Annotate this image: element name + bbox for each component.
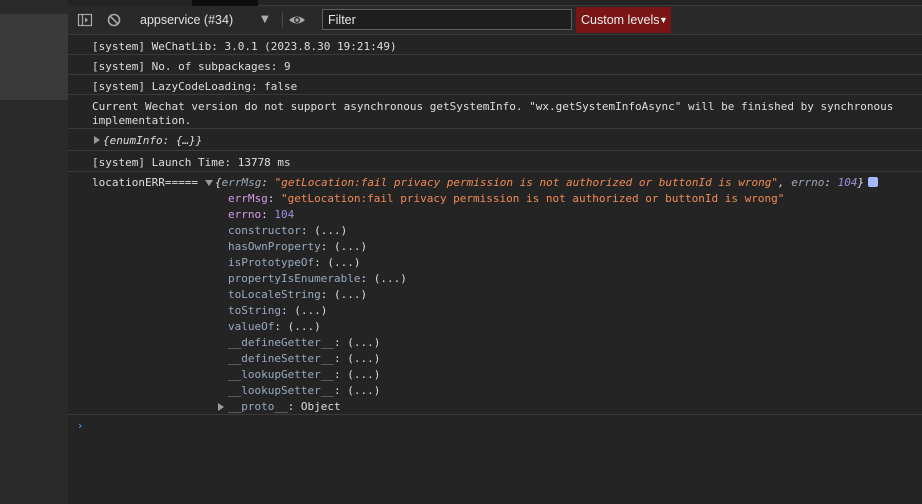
object-property[interactable]: toLocaleString: (...) <box>228 288 367 302</box>
object-property[interactable]: propertyIsEnumerable: (...) <box>228 272 407 286</box>
console-prompt-icon[interactable]: › <box>78 419 82 432</box>
object-property[interactable]: __defineGetter__: (...) <box>228 336 380 350</box>
left-panel <box>0 0 68 504</box>
log-label: locationERR===== <box>92 176 198 189</box>
log-object-expanded: locationERR===== {errMsg: "getLocation:f… <box>68 172 922 415</box>
info-icon <box>868 177 879 187</box>
log-object[interactable]: {enumInfo: {…}} <box>68 129 922 151</box>
object-property[interactable]: toString: (...) <box>228 304 327 318</box>
object-property[interactable]: hasOwnProperty: (...) <box>228 240 367 254</box>
object-property[interactable]: isPrototypeOf: (...) <box>228 256 360 270</box>
object-property[interactable]: __defineSetter__: (...) <box>228 352 380 366</box>
sidebar-toggle-icon[interactable] <box>77 12 93 28</box>
context-selector[interactable]: appservice (#34) <box>140 13 233 27</box>
chevron-down-icon: ▼ <box>659 15 668 25</box>
object-property[interactable]: __proto__: Object <box>228 400 341 414</box>
object-summary[interactable]: {errMsg: "getLocation:fail privacy permi… <box>215 176 879 190</box>
object-property[interactable]: constructor: (...) <box>228 224 347 238</box>
log-message: [system] WeChatLib: 3.0.1 (2023.8.30 19:… <box>68 35 922 55</box>
console-panel: appservice (#34) ▼ Custom levels ▼ [syst… <box>68 0 922 504</box>
log-message: Current Wechat version do not support as… <box>68 95 922 129</box>
eye-icon[interactable] <box>288 12 306 28</box>
object-property[interactable]: valueOf: (...) <box>228 320 321 334</box>
custom-levels-dropdown[interactable]: Custom levels ▼ <box>576 7 671 33</box>
object-property[interactable]: __lookupGetter__: (...) <box>228 368 380 382</box>
collapse-icon[interactable] <box>205 180 213 186</box>
chevron-down-icon[interactable]: ▼ <box>261 14 269 25</box>
object-property[interactable]: errMsg: "getLocation:fail privacy permis… <box>228 192 784 206</box>
expand-icon[interactable] <box>94 136 100 144</box>
left-panel-block <box>0 14 68 100</box>
log-message: [system] No. of subpackages: 9 <box>68 55 922 75</box>
filter-input[interactable] <box>322 9 572 30</box>
object-property[interactable]: errno: 104 <box>228 208 294 222</box>
clear-console-icon[interactable] <box>106 12 122 28</box>
object-property[interactable]: __lookupSetter__: (...) <box>228 384 380 398</box>
console-toolbar: appservice (#34) ▼ Custom levels ▼ <box>68 6 922 35</box>
log-message: [system] LazyCodeLoading: false <box>68 75 922 95</box>
log-message: [system] Launch Time: 13778 ms <box>68 151 922 172</box>
expand-icon[interactable] <box>218 403 224 411</box>
